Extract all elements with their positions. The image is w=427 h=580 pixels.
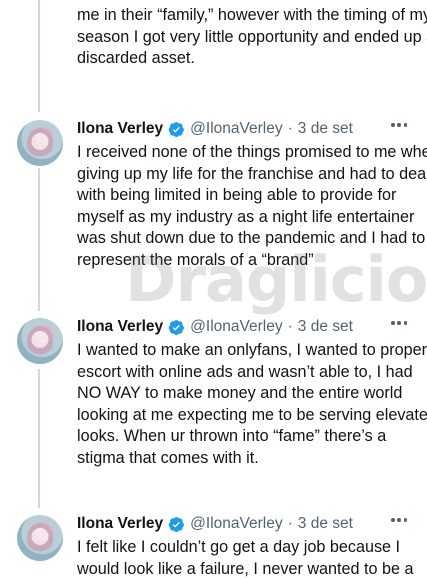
author-name[interactable]: Ilona Verley [77, 318, 163, 336]
tweet-text: I felt like I couldn’t go get a day job … [77, 538, 414, 578]
separator: · [287, 120, 293, 137]
more-options-icon[interactable] [391, 518, 407, 522]
verified-badge-icon [168, 516, 185, 532]
separator: · [287, 515, 293, 532]
more-options-icon[interactable] [391, 321, 407, 325]
author-handle[interactable]: @IlonaVerley [190, 318, 282, 336]
author-name[interactable]: Ilona Verley [77, 120, 163, 138]
more-options-icon[interactable] [391, 123, 407, 127]
avatar[interactable] [17, 120, 63, 166]
verified-badge-icon [168, 121, 185, 137]
author-handle[interactable]: @IlonaVerley [190, 515, 282, 533]
tweet-header: Ilona Verley @IlonaVerley · 3 de set [77, 118, 353, 140]
tweet-header: Ilona Verley @IlonaVerley · 3 de set [77, 513, 353, 535]
thread-line [38, 168, 40, 311]
verified-badge-icon [168, 319, 185, 335]
author-handle[interactable]: @IlonaVerley [190, 120, 282, 138]
tweet-date[interactable]: 3 de set [298, 120, 353, 138]
avatar[interactable] [17, 318, 63, 364]
thread-line [38, 369, 40, 508]
thread-line [38, 0, 40, 112]
tweet-text: I received none of the things promised t… [77, 143, 427, 269]
avatar[interactable] [17, 515, 63, 561]
previous-tweet-text: me in their “family,” however with the t… [77, 6, 427, 67]
tweet-date[interactable]: 3 de set [298, 515, 353, 533]
tweet-header: Ilona Verley @IlonaVerley · 3 de set [77, 316, 353, 338]
separator: · [287, 318, 293, 335]
author-name[interactable]: Ilona Verley [77, 515, 163, 533]
tweet-date[interactable]: 3 de set [298, 318, 353, 336]
tweet-text: I wanted to make an onlyfans, I wanted t… [77, 341, 427, 467]
